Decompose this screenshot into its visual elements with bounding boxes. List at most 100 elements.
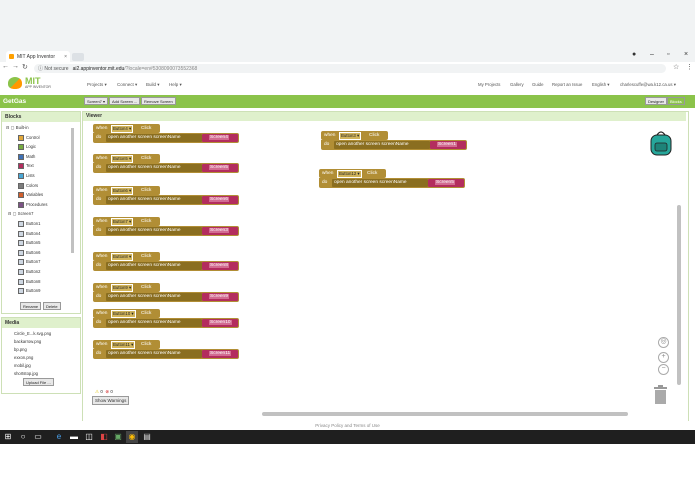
open-another-screen-block[interactable]: open another screen screenName (106, 227, 202, 235)
screen-dropdown[interactable]: Screen7 ▾ (84, 97, 109, 105)
media-file[interactable]: bp.png (14, 347, 80, 355)
office-icon[interactable]: ◧ (98, 431, 110, 443)
minimize-icon[interactable]: – (650, 51, 654, 58)
component-button5[interactable]: Button5 (6, 240, 80, 250)
component-button8[interactable]: Button8 (6, 278, 80, 289)
zoom-out-icon[interactable]: − (658, 364, 669, 375)
screen-name-value[interactable]: Screen8 (209, 263, 229, 268)
trash-icon[interactable] (653, 385, 668, 407)
screen-name-value[interactable]: Screen5 (209, 165, 229, 170)
screen-name-text-block[interactable]: Screen4 (202, 134, 238, 142)
gallery-link[interactable]: Gallery (510, 82, 524, 87)
store-icon[interactable]: ◫ (83, 431, 95, 443)
builtin-procedures[interactable]: Procedures (6, 201, 80, 212)
guide-link[interactable]: Guide (532, 82, 543, 87)
media-file[interactable]: exxon.png (14, 355, 80, 363)
screen-name-text-block[interactable]: Screen11 (202, 350, 238, 358)
zoom-in-icon[interactable]: + (658, 352, 669, 363)
open-another-screen-block[interactable]: open another screen screenName (106, 262, 202, 270)
builtin-math[interactable]: Math (6, 153, 80, 164)
designer-button[interactable]: Designer (645, 97, 668, 105)
builtin-variables[interactable]: Variables (6, 192, 80, 202)
component-dropdown[interactable]: Button7 ▾ (111, 218, 134, 226)
media-file[interactable]: mobil.jpg (14, 363, 80, 371)
mit-logo[interactable]: MIT APP INVENTOR (8, 77, 51, 89)
when-click-header[interactable]: when Button7 ▾ Click (93, 217, 160, 226)
when-click-header[interactable]: when Button6 ▾ Click (93, 186, 160, 195)
account-menu[interactable]: charlescuffe@wa.k12.ca.us ▾ (620, 82, 676, 88)
screen-name-value[interactable]: Screen11 (209, 351, 232, 356)
bookmark-star-icon[interactable]: ☆ (673, 63, 679, 71)
back-icon[interactable]: ← (2, 63, 9, 70)
tab-close-icon[interactable]: × (64, 54, 67, 60)
browser-tab[interactable]: MIT App Inventor × (6, 51, 70, 62)
open-another-screen-block[interactable]: open another screen screenName (106, 134, 202, 142)
builtin-logic[interactable]: Logic (6, 144, 80, 154)
component-button2[interactable]: Button2 (6, 268, 80, 279)
open-another-screen-block[interactable]: open another screen screenName (332, 179, 428, 187)
screen-name-text-block[interactable]: Screen1 (430, 141, 466, 149)
component-button6[interactable]: Button6 (6, 249, 80, 260)
zoom-reset-icon[interactable]: ◎ (658, 337, 669, 348)
close-window-icon[interactable]: × (684, 51, 688, 58)
media-file[interactable]: Circle_E...k.svg.png (14, 331, 80, 339)
blocks-tree-scrollbar[interactable] (71, 128, 74, 253)
cortana-search-icon[interactable]: ○ (17, 431, 29, 443)
component-button7[interactable]: Button7 (6, 259, 80, 269)
open-another-screen-block[interactable]: open another screen screenName (334, 141, 430, 149)
remove-screen-button[interactable]: Remove Screen (141, 97, 176, 105)
component-dropdown[interactable]: Button10 ▾ (111, 310, 136, 318)
open-another-screen-block[interactable]: open another screen screenName (106, 164, 202, 172)
open-another-screen-block[interactable]: open another screen screenName (106, 319, 202, 327)
builtin-colors[interactable]: Colors (6, 182, 80, 193)
edge-icon[interactable]: e (53, 431, 65, 443)
when-click-header[interactable]: when Button3 ▾ Click (321, 131, 388, 140)
component-dropdown[interactable]: Button4 ▾ (111, 125, 134, 133)
browser-menu-icon[interactable]: ⋮ (686, 63, 693, 71)
when-click-header[interactable]: when Button4 ▾ Click (93, 124, 160, 133)
open-another-screen-block[interactable]: open another screen screenName (106, 350, 202, 358)
forward-icon[interactable]: → (12, 63, 19, 70)
maximize-icon[interactable]: ▫ (667, 51, 669, 58)
screen-name-value[interactable]: Screen6 (209, 197, 229, 202)
menu-build[interactable]: Build ▾ (146, 82, 160, 88)
media-file[interactable]: backarrow.png (14, 339, 80, 347)
screen-name-value[interactable]: Screen4 (209, 135, 229, 140)
show-warnings-button[interactable]: Show Warnings (92, 396, 130, 405)
not-secure-label[interactable]: ⓘ Not secure (38, 65, 69, 72)
component-dropdown[interactable]: Button12 ▾ (337, 170, 362, 178)
screen-name-value[interactable]: Screen10 (209, 320, 232, 325)
menu-help[interactable]: Help ▾ (169, 82, 182, 88)
screen-name-text-block[interactable]: Screen5 (202, 164, 238, 172)
component-dropdown[interactable]: Button8 ▾ (111, 253, 134, 261)
when-click-header[interactable]: when Button8 ▾ Click (93, 252, 160, 261)
screen-name-value[interactable]: Screen3 (209, 228, 229, 233)
screen-name-text-block[interactable]: Screen10 (202, 319, 238, 327)
builtin-control[interactable]: Control (6, 134, 80, 145)
add-screen-button[interactable]: Add Screen ... (109, 97, 141, 105)
file-explorer-icon[interactable]: ▬ (68, 431, 80, 443)
component-button9[interactable]: Button9 (6, 288, 80, 298)
screen-name-value[interactable]: Screen1 (437, 142, 457, 147)
task-view-icon[interactable]: ▭ (32, 431, 44, 443)
viewer-horizontal-scrollbar[interactable] (262, 412, 628, 416)
builtin-lists[interactable]: Lists (6, 172, 80, 183)
screen-name-text-block[interactable]: Screen9 (202, 293, 238, 301)
screen-name-value[interactable]: Screen5 (435, 180, 455, 185)
component-dropdown[interactable]: Button11 ▾ (111, 341, 136, 349)
component-dropdown[interactable]: Button6 ▾ (111, 187, 134, 195)
menu-projects[interactable]: Projects ▾ (87, 82, 107, 88)
backpack-icon[interactable] (648, 129, 674, 159)
screen-name-text-block[interactable]: Screen6 (202, 196, 238, 204)
my-projects-link[interactable]: My Projects (478, 82, 500, 87)
chrome-icon[interactable]: ◉ (126, 431, 138, 443)
new-tab-button[interactable] (72, 53, 84, 61)
rename-button[interactable]: Rename (20, 302, 42, 310)
builtin-text[interactable]: Text (6, 163, 80, 173)
tree-screen[interactable]: ⊟ ▢ Screen7 (6, 211, 80, 221)
component-dropdown[interactable]: Button5 ▾ (111, 155, 134, 163)
when-click-header[interactable]: when Button5 ▾ Click (93, 154, 160, 163)
open-another-screen-block[interactable]: open another screen screenName (106, 196, 202, 204)
screen-name-text-block[interactable]: Screen3 (202, 227, 238, 235)
upload-file-button[interactable]: Upload File ... (23, 378, 54, 386)
